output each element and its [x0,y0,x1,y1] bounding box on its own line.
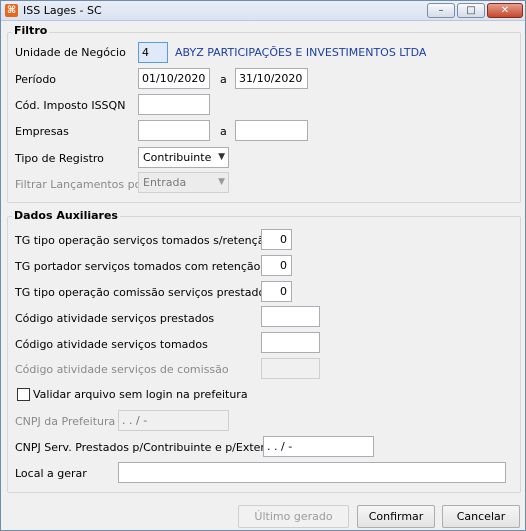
maximize-button[interactable]: □ [457,3,485,18]
tipo-registro-label: Tipo de Registro [15,152,104,165]
tg-portador-label: TG portador serviços tomados com retençã… [15,260,261,273]
local-field[interactable] [118,462,506,483]
empresas-start-field[interactable] [138,120,210,141]
chevron-down-icon: ▼ [218,177,225,187]
unidade-name: ABYZ PARTICIPAÇÕES E INVESTIMENTOS LTDA [175,46,427,59]
validar-checkbox[interactable] [17,388,30,401]
filtro-legend: Filtro [12,24,50,37]
tipo-registro-value: Contribuinte [143,151,212,164]
tipo-registro-select[interactable]: Contribuinte ▼ [138,147,229,168]
unidade-label: Unidade de Negócio [15,46,126,59]
cod-comissao-field[interactable] [261,358,320,379]
confirmar-button[interactable]: Confirmar [357,505,435,528]
app-icon: ⌘ [5,4,18,17]
cod-imposto-field[interactable] [138,94,210,115]
unidade-field[interactable]: 4 [138,42,168,63]
cod-comissao-label: Código atividade serviços de comissão [15,363,229,376]
minimize-button[interactable]: – [427,3,455,18]
empresas-separator: a [220,125,227,138]
chevron-down-icon: ▼ [218,152,225,162]
filtrar-select[interactable]: Entrada ▼ [138,172,229,193]
cod-imposto-label: Cód. Imposto ISSQN [15,99,126,112]
cod-prestados-field[interactable] [261,306,320,327]
local-label: Local a gerar [15,467,87,480]
periodo-end-field[interactable]: 31/10/2020 [235,68,308,89]
cancelar-button[interactable]: Cancelar [442,505,520,528]
ultimo-gerado-button[interactable]: Último gerado [238,505,349,528]
window-title: ISS Lages - SC [23,4,102,17]
validar-label[interactable]: Validar arquivo sem login na prefeitura [33,388,248,401]
auxiliares-legend: Dados Auxiliares [12,209,120,222]
iss-lages-window: ⌘ ISS Lages - SC – □ ✕ Filtro Unidade de… [0,0,526,531]
cod-prestados-label: Código atividade serviços prestados [15,312,215,325]
tg-portador-field[interactable]: 0 [261,255,292,276]
cnpj-serv-field[interactable]: . . / - [263,436,374,457]
cnpj-serv-label: CNPJ Serv. Prestados p/Contribuinte e p/… [15,441,280,454]
cnpj-prefeitura-field[interactable]: . . / - [118,410,229,431]
cod-tomados-field[interactable] [261,332,320,353]
empresas-end-field[interactable] [235,120,308,141]
filtrar-value: Entrada [143,176,187,189]
tg-comissao-field[interactable]: 0 [261,281,292,302]
title-bar: ⌘ ISS Lages - SC – □ ✕ [1,1,525,21]
cod-tomados-label: Código atividade serviços tomados [15,338,208,351]
close-button[interactable]: ✕ [487,3,523,18]
filtrar-label: Filtrar Lançamentos por [15,178,146,191]
periodo-label: Período [15,73,57,86]
periodo-start-field[interactable]: 01/10/2020 [138,68,210,89]
periodo-separator: a [220,73,227,86]
tg-comissao-label: TG tipo operação comissão serviços prest… [15,286,271,299]
tg-tomados-sret-field[interactable]: 0 [261,229,292,250]
tg-tomados-sret-label: TG tipo operação serviços tomados s/rete… [15,234,272,247]
empresas-label: Empresas [15,125,69,138]
cnpj-prefeitura-label: CNPJ da Prefeitura [15,415,116,428]
